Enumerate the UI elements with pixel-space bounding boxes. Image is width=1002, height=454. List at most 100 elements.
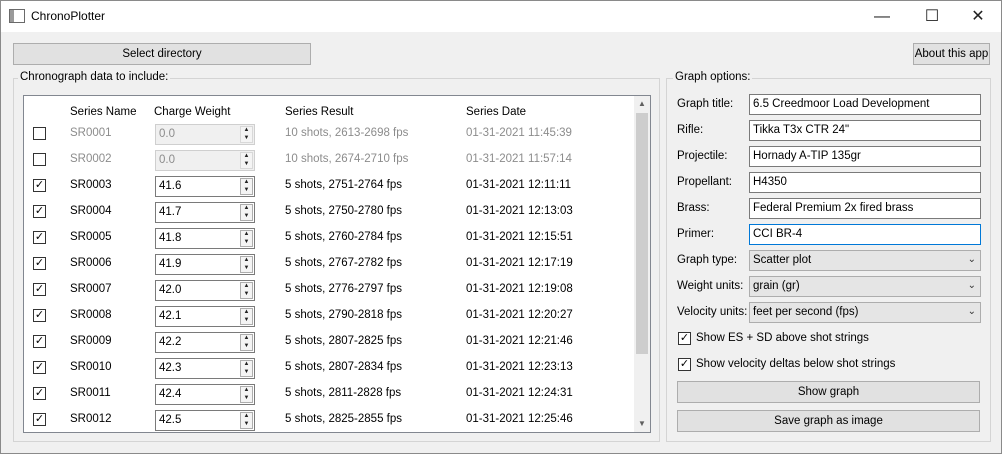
select-directory-button[interactable]: Select directory <box>13 43 311 65</box>
spin-up-icon[interactable]: ▲ <box>241 205 252 212</box>
spin-down-icon[interactable]: ▼ <box>241 135 252 142</box>
include-series-checkbox[interactable]: ✓ <box>33 179 46 192</box>
series-result: 10 shots, 2613-2698 fps <box>285 127 409 139</box>
brass-input[interactable]: Federal Premium 2x fired brass <box>749 198 981 219</box>
charge-weight-spinbox[interactable]: 42.0 ▲ ▼ <box>155 280 255 301</box>
maximize-button[interactable]: ☐ <box>909 1 955 32</box>
spin-down-icon[interactable]: ▼ <box>241 291 252 298</box>
charge-weight-spinbox[interactable]: 0.0 ▲ ▼ <box>155 124 255 145</box>
spin-arrows[interactable]: ▲ ▼ <box>240 230 253 247</box>
table-row: SR0002 0.0 ▲ ▼ 10 shots, 2674-2710 fps 01-31-… <box>24 148 634 174</box>
include-series-checkbox[interactable]: ✓ <box>33 283 46 296</box>
include-series-checkbox[interactable]: ✓ <box>33 231 46 244</box>
spin-up-icon[interactable]: ▲ <box>241 231 252 238</box>
include-series-checkbox[interactable]: ✓ <box>33 413 46 426</box>
spin-down-icon[interactable]: ▼ <box>241 317 252 324</box>
minimize-button[interactable]: — <box>859 1 905 32</box>
charge-weight-value: 42.2 <box>159 336 182 348</box>
show-es-sd-checkbox[interactable]: ✓ <box>678 332 691 345</box>
spin-up-icon[interactable]: ▲ <box>241 257 252 264</box>
charge-weight-spinbox[interactable]: 41.7 ▲ ▼ <box>155 202 255 223</box>
spin-down-icon[interactable]: ▼ <box>241 239 252 246</box>
include-series-checkbox[interactable] <box>33 153 46 166</box>
spin-up-icon[interactable]: ▲ <box>241 153 252 160</box>
spin-up-icon[interactable]: ▲ <box>241 309 252 316</box>
graph-type-select[interactable]: Scatter plot ⌄ <box>749 250 981 271</box>
table-row: ✓ SR0009 42.2 ▲ ▼ 5 shots, 2807-2825 fps 01-31… <box>24 330 634 356</box>
charge-weight-spinbox[interactable]: 41.8 ▲ ▼ <box>155 228 255 249</box>
include-series-checkbox[interactable] <box>33 127 46 140</box>
spin-arrows[interactable]: ▲ ▼ <box>240 386 253 403</box>
spin-down-icon[interactable]: ▼ <box>241 421 252 428</box>
propellant-input[interactable]: H4350 <box>749 172 981 193</box>
charge-weight-spinbox[interactable]: 42.4 ▲ ▼ <box>155 384 255 405</box>
series-result: 5 shots, 2811-2828 fps <box>285 387 402 399</box>
series-date: 01-31-2021 12:23:13 <box>466 361 573 373</box>
spin-arrows[interactable]: ▲ ▼ <box>240 360 253 377</box>
projectile-input[interactable]: Hornady A-TIP 135gr <box>749 146 981 167</box>
spin-down-icon[interactable]: ▼ <box>241 395 252 402</box>
series-date: 01-31-2021 11:57:14 <box>466 153 572 165</box>
about-button[interactable]: About this app <box>913 43 990 65</box>
spin-arrows[interactable]: ▲ ▼ <box>240 204 253 221</box>
graph-title-input[interactable]: 6.5 Creedmoor Load Development <box>749 94 981 115</box>
spin-up-icon[interactable]: ▲ <box>241 283 252 290</box>
spin-down-icon[interactable]: ▼ <box>241 161 252 168</box>
weight-units-select[interactable]: grain (gr) ⌄ <box>749 276 981 297</box>
scroll-thumb[interactable] <box>636 113 648 354</box>
column-header-series-name: Series Name <box>70 106 137 118</box>
spin-up-icon[interactable]: ▲ <box>241 413 252 420</box>
spin-up-icon[interactable]: ▲ <box>241 127 252 134</box>
include-series-checkbox[interactable]: ✓ <box>33 335 46 348</box>
charge-weight-spinbox[interactable]: 42.3 ▲ ▼ <box>155 358 255 379</box>
spin-down-icon[interactable]: ▼ <box>241 369 252 376</box>
charge-weight-value: 0.0 <box>159 128 175 140</box>
scroll-down-icon[interactable]: ▼ <box>634 416 650 432</box>
save-graph-button[interactable]: Save graph as image <box>677 410 980 432</box>
series-date: 01-31-2021 12:21:46 <box>466 335 573 347</box>
spin-down-icon[interactable]: ▼ <box>241 213 252 220</box>
spin-up-icon[interactable]: ▲ <box>241 335 252 342</box>
spin-arrows[interactable]: ▲ ▼ <box>240 256 253 273</box>
spin-arrows[interactable]: ▲ ▼ <box>240 412 253 429</box>
rifle-input[interactable]: Tikka T3x CTR 24" <box>749 120 981 141</box>
include-series-checkbox[interactable]: ✓ <box>33 309 46 322</box>
show-graph-button[interactable]: Show graph <box>677 381 980 403</box>
series-date: 01-31-2021 12:20:27 <box>466 309 573 321</box>
charge-weight-value: 42.3 <box>159 362 182 374</box>
include-series-checkbox[interactable]: ✓ <box>33 361 46 374</box>
close-button[interactable]: ✕ <box>955 1 1001 32</box>
series-date: 01-31-2021 12:15:51 <box>466 231 573 243</box>
primer-input[interactable]: CCI BR-4 <box>749 224 981 245</box>
spin-arrows[interactable]: ▲ ▼ <box>240 308 253 325</box>
series-result: 5 shots, 2807-2834 fps <box>285 361 402 373</box>
spin-down-icon[interactable]: ▼ <box>241 265 252 272</box>
table-row: ✓ SR0003 41.6 ▲ ▼ 5 shots, 2751-2764 fps 01-31… <box>24 174 634 200</box>
charge-weight-spinbox[interactable]: 42.5 ▲ ▼ <box>155 410 255 431</box>
spin-arrows[interactable]: ▲ ▼ <box>240 152 253 169</box>
charge-weight-spinbox[interactable]: 42.1 ▲ ▼ <box>155 306 255 327</box>
spin-up-icon[interactable]: ▲ <box>241 387 252 394</box>
spin-arrows[interactable]: ▲ ▼ <box>240 178 253 195</box>
include-series-checkbox[interactable]: ✓ <box>33 257 46 270</box>
include-series-checkbox[interactable]: ✓ <box>33 387 46 400</box>
charge-weight-spinbox[interactable]: 41.6 ▲ ▼ <box>155 176 255 197</box>
spin-down-icon[interactable]: ▼ <box>241 187 252 194</box>
spin-down-icon[interactable]: ▼ <box>241 343 252 350</box>
spin-up-icon[interactable]: ▲ <box>241 361 252 368</box>
scroll-up-icon[interactable]: ▲ <box>634 96 650 112</box>
charge-weight-spinbox[interactable]: 0.0 ▲ ▼ <box>155 150 255 171</box>
spin-arrows[interactable]: ▲ ▼ <box>240 282 253 299</box>
spin-arrows[interactable]: ▲ ▼ <box>240 334 253 351</box>
spin-up-icon[interactable]: ▲ <box>241 179 252 186</box>
series-name: SR0002 <box>70 153 112 165</box>
series-name: SR0006 <box>70 257 112 269</box>
velocity-units-select[interactable]: feet per second (fps) ⌄ <box>749 302 981 323</box>
include-series-checkbox[interactable]: ✓ <box>33 205 46 218</box>
charge-weight-spinbox[interactable]: 42.2 ▲ ▼ <box>155 332 255 353</box>
spin-arrows[interactable]: ▲ ▼ <box>240 126 253 143</box>
table-scrollbar[interactable]: ▲ ▼ <box>634 96 650 432</box>
charge-weight-spinbox[interactable]: 41.9 ▲ ▼ <box>155 254 255 275</box>
show-velocity-deltas-checkbox[interactable]: ✓ <box>678 358 691 371</box>
chevron-down-icon: ⌄ <box>967 280 976 291</box>
